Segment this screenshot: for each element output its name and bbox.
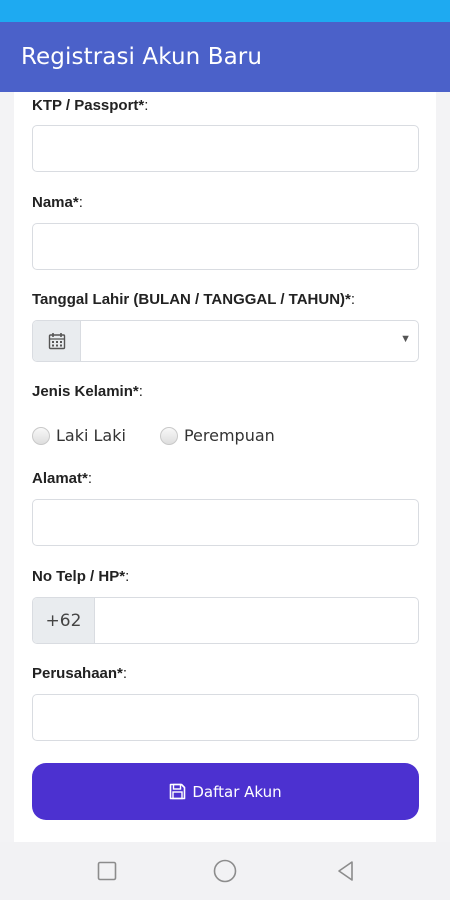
jenis-kelamin-label: Jenis Kelamin*: bbox=[32, 383, 143, 400]
triangle-back-icon[interactable] bbox=[334, 859, 358, 883]
nama-label: Nama*: bbox=[32, 194, 83, 211]
tanggal-lahir-label: Tanggal Lahir (BULAN / TANGGAL / TAHUN)*… bbox=[32, 291, 356, 308]
telp-field: +62 bbox=[32, 597, 419, 644]
country-code-prefix: +62 bbox=[33, 598, 95, 643]
tanggal-lahir-select[interactable]: ▼ bbox=[81, 321, 418, 361]
nama-input[interactable] bbox=[32, 223, 419, 270]
daftar-akun-label: Daftar Akun bbox=[192, 782, 282, 801]
telp-input[interactable] bbox=[95, 598, 418, 643]
perusahaan-input[interactable] bbox=[32, 694, 419, 741]
caret-down-icon: ▼ bbox=[400, 333, 411, 345]
save-icon bbox=[169, 783, 186, 800]
alamat-input[interactable] bbox=[32, 499, 419, 546]
square-recent-icon[interactable] bbox=[95, 859, 119, 883]
daftar-akun-button[interactable]: Daftar Akun bbox=[32, 763, 419, 820]
calendar-icon[interactable] bbox=[33, 321, 81, 361]
perusahaan-label: Perusahaan*: bbox=[32, 665, 128, 682]
telp-label: No Telp / HP*: bbox=[32, 568, 130, 585]
ktp-label: KTP / Passport*: bbox=[32, 97, 149, 114]
radio-perempuan[interactable]: Perempuan bbox=[159, 426, 275, 445]
radio-laki-laki[interactable]: Laki Laki bbox=[32, 426, 126, 445]
jenis-kelamin-group: Laki Laki Perempuan bbox=[32, 426, 275, 445]
app-bar: Registrasi Akun Baru bbox=[0, 22, 450, 92]
alamat-label: Alamat*: bbox=[32, 470, 93, 487]
ktp-input[interactable] bbox=[32, 125, 419, 172]
status-bar bbox=[0, 0, 450, 22]
radio-button[interactable] bbox=[159, 426, 178, 445]
system-nav-bar bbox=[0, 842, 450, 900]
tanggal-lahir-field: ▼ bbox=[32, 320, 419, 362]
circle-home-icon[interactable] bbox=[213, 859, 237, 883]
page-title: Registrasi Akun Baru bbox=[21, 44, 263, 70]
radio-button[interactable] bbox=[32, 426, 50, 445]
